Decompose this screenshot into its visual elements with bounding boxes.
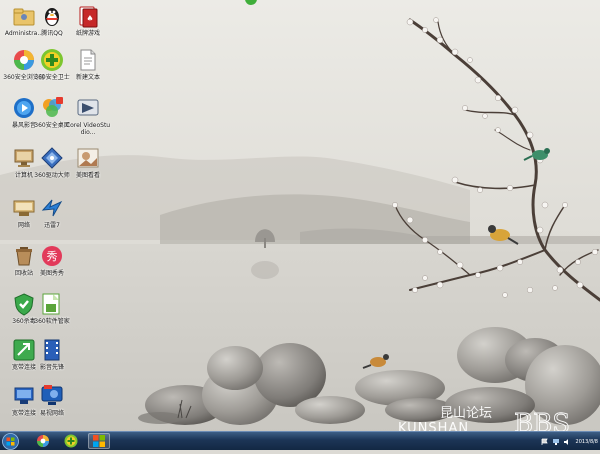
desktop-icon-cards[interactable]: ♠ 纸牌游戏 (64, 4, 112, 54)
windows-logo-icon (2, 433, 19, 450)
clock[interactable]: 2013/8/8 (576, 439, 598, 445)
system-tray: 2013/8/8 (541, 433, 598, 450)
network-tray-icon[interactable] (552, 438, 560, 446)
desktop-icon-thunder[interactable]: 迅雷7 (28, 196, 76, 246)
desktop-icon-tv[interactable]: 易视网络 (28, 384, 76, 434)
film-icon (40, 338, 64, 362)
colorful-app-icon (40, 96, 64, 120)
windows-tiles-icon (93, 435, 105, 447)
taskbar-pinned-explorer[interactable] (88, 433, 110, 449)
meitu-icon: 秀 (40, 244, 64, 268)
shield-plus-icon (40, 48, 64, 72)
qq-penguin-icon (40, 4, 64, 28)
thunder-bird-icon (40, 196, 64, 220)
cards-icon: ♠ (76, 4, 100, 28)
desktop-icon-meitu[interactable]: 秀 美图秀秀 (28, 244, 76, 294)
svg-text:♠: ♠ (86, 14, 93, 23)
desktop-icon-new-text[interactable]: 新建文本 (64, 48, 112, 98)
browser-icon (37, 435, 49, 447)
software-manager-icon (40, 292, 64, 316)
desktop-icon-film[interactable]: 影音先锋 (28, 338, 76, 388)
desktop-icon-software-manager[interactable]: 360软件管家 (28, 292, 76, 342)
driver-icon (40, 146, 64, 170)
start-button[interactable] (2, 433, 19, 450)
volume-icon[interactable] (563, 438, 571, 446)
taskbar: 2013/8/8 (0, 431, 600, 450)
desktop[interactable]: Administra... 360安全浏览器 暴风影音 计算机 网络 回收站 3… (0, 0, 600, 450)
shield-plus-icon (64, 434, 78, 448)
watermark-cn: 昆山论坛 (440, 406, 492, 421)
flag-icon[interactable] (541, 438, 549, 446)
taskbar-pinned-360-security[interactable] (60, 433, 82, 449)
desktop-icon-meitu-viewer[interactable]: 美图看看 (64, 146, 112, 196)
video-editor-icon (76, 96, 100, 120)
tv-icon (40, 384, 64, 408)
document-icon (76, 48, 100, 72)
taskbar-pinned-browser[interactable] (32, 433, 54, 449)
photo-viewer-icon (76, 146, 100, 170)
kunshan-bbs-watermark: 昆山论坛 KUNSHAN BBS (396, 404, 592, 439)
svg-text:秀: 秀 (47, 250, 58, 263)
desktop-icon-corel-videostudio[interactable]: Corel VideoStudio... (64, 96, 112, 146)
